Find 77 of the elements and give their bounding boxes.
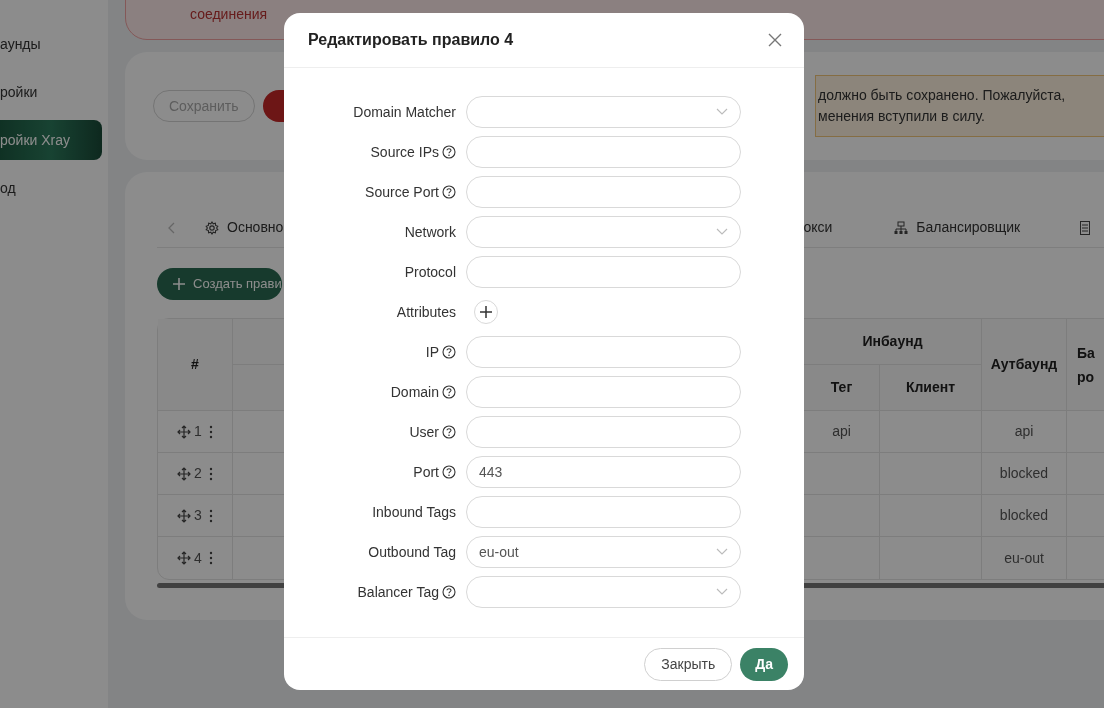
row-number: 4 xyxy=(194,548,202,568)
table-cell: blocked xyxy=(999,465,1049,481)
network-icon xyxy=(894,220,909,235)
field-label: Port xyxy=(413,462,439,482)
ok-button[interactable]: Да xyxy=(740,647,788,681)
table-cell: api xyxy=(1014,423,1034,439)
plus-icon xyxy=(173,278,185,290)
modal-title: Редактировать правило 4 xyxy=(308,30,514,50)
drag-handle[interactable] xyxy=(176,424,191,439)
field-label: Outbound Tag xyxy=(368,542,456,562)
document-icon xyxy=(1080,220,1091,235)
gear-icon xyxy=(205,220,219,235)
select-field[interactable] xyxy=(466,96,741,128)
input-field[interactable]: 443 xyxy=(466,456,741,488)
close-button[interactable] xyxy=(766,31,784,49)
tab[interactable]: окси xyxy=(803,217,833,238)
sidebar-item[interactable]: ройки xyxy=(0,72,102,112)
sidebar-item[interactable]: од xyxy=(0,168,102,208)
input-field[interactable] xyxy=(466,336,741,368)
more-icon xyxy=(209,424,214,439)
field-label: Attributes xyxy=(396,302,456,322)
select-field[interactable] xyxy=(466,576,741,608)
row-number: 3 xyxy=(194,506,202,525)
drag-handle[interactable] xyxy=(176,466,191,481)
column-header: Ба ро xyxy=(1077,343,1096,387)
alert-text: должно быть сохранено. Пожалуйста, xyxy=(818,86,1067,105)
sidebar-item[interactable]: аунды xyxy=(0,24,102,64)
plus-icon xyxy=(480,306,492,318)
column-header: Инбаунд xyxy=(804,319,982,365)
row-number: 2 xyxy=(194,464,202,483)
alert-text: менения вступили в силу. xyxy=(818,107,986,126)
field-label: Balancer Tag xyxy=(357,582,439,602)
create-rule-button[interactable]: Создать прави xyxy=(157,268,282,300)
chevron-left-icon xyxy=(167,221,177,234)
chevron-down-icon xyxy=(716,548,728,556)
tab[interactable] xyxy=(1080,220,1091,235)
alert-text: соединения xyxy=(190,5,268,24)
field-label: User xyxy=(409,422,439,442)
select-field[interactable] xyxy=(466,216,741,248)
field-label: IP xyxy=(425,342,439,362)
column-header: # xyxy=(158,319,233,411)
more-icon xyxy=(209,508,214,523)
input-field[interactable] xyxy=(466,136,741,168)
input-field[interactable] xyxy=(466,256,741,288)
column-header: Клиент xyxy=(880,365,982,411)
table-cell: eu-out xyxy=(1004,549,1044,566)
close-button[interactable]: Закрыть xyxy=(644,647,733,681)
tab[interactable]: Основно xyxy=(205,217,284,238)
more-icon xyxy=(209,551,214,565)
table-cell: api xyxy=(832,423,851,439)
sidebar-item[interactable]: ройки Xray xyxy=(0,120,102,160)
select-value: eu-out xyxy=(479,542,519,562)
chevron-down-icon xyxy=(716,588,728,596)
field-label: Domain xyxy=(390,382,439,402)
select-field[interactable]: eu-out xyxy=(466,536,741,568)
field-label: Protocol xyxy=(404,262,456,282)
close-icon xyxy=(768,33,782,47)
input-field[interactable] xyxy=(466,376,741,408)
input-field[interactable] xyxy=(466,176,741,208)
input-field[interactable] xyxy=(466,416,741,448)
chevron-down-icon xyxy=(716,108,728,116)
column-header: Тег xyxy=(804,365,880,411)
field-label: Inbound Tags xyxy=(372,502,456,522)
drag-handle[interactable] xyxy=(176,551,191,565)
field-label: Source Port xyxy=(365,182,439,202)
tab[interactable]: Балансировщик xyxy=(894,217,1021,238)
field-label: Network xyxy=(404,222,456,242)
chevron-down-icon xyxy=(716,228,728,236)
field-label: Domain Matcher xyxy=(353,102,456,122)
input-field[interactable] xyxy=(466,496,741,528)
column-header: Аутбаунд xyxy=(982,319,1067,411)
drag-handle[interactable] xyxy=(176,508,191,523)
more-icon xyxy=(209,466,214,481)
row-number: 1 xyxy=(194,422,202,441)
table-cell: blocked xyxy=(999,507,1049,523)
field-label: Source IPs xyxy=(370,142,439,162)
add-button[interactable] xyxy=(474,300,498,324)
